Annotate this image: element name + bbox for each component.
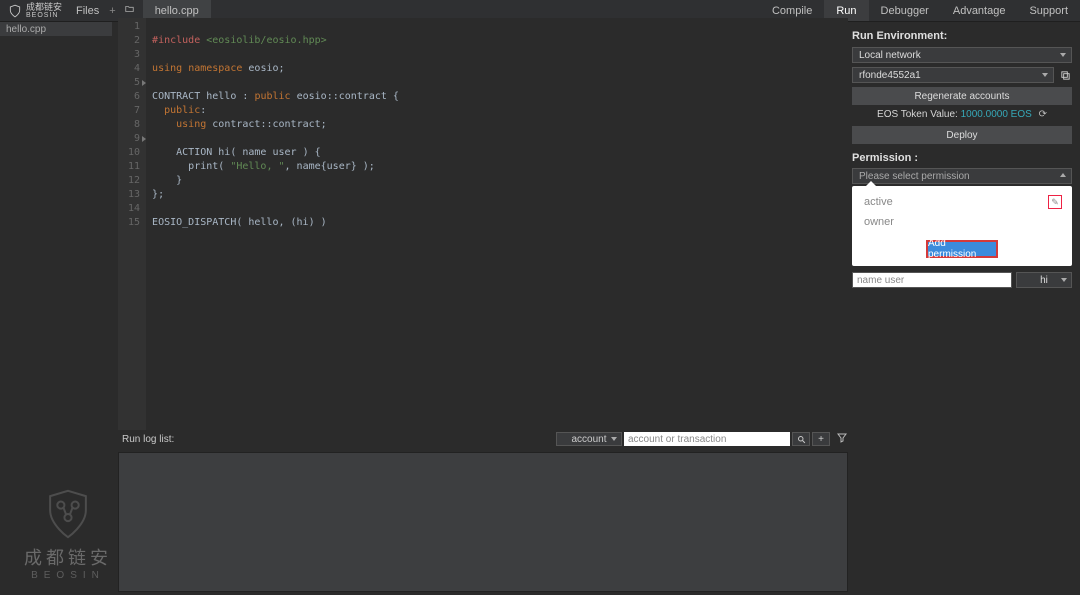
regenerate-button[interactable]: Regenerate accounts <box>852 87 1072 105</box>
name-user-input[interactable]: name user <box>852 272 1012 288</box>
menu-support[interactable]: Support <box>1017 0 1080 21</box>
code-content[interactable]: #include <eosiolib/eosio.hpp> using name… <box>146 18 405 430</box>
shield-icon <box>8 4 22 18</box>
permission-title: Permission : <box>852 152 1072 164</box>
edit-icon[interactable]: ✎ <box>1048 195 1062 209</box>
action-select[interactable]: hi <box>1016 272 1072 288</box>
deploy-label: Deploy <box>946 130 977 141</box>
filter-icon[interactable] <box>836 432 848 447</box>
token-amount: 1000.0000 EOS <box>961 109 1032 120</box>
shield-icon <box>45 489 91 539</box>
add-log-button[interactable]: + <box>812 432 830 446</box>
folder-icon[interactable] <box>120 4 139 17</box>
watermark-cn: 成都链安 <box>24 544 112 570</box>
menu-advantage[interactable]: Advantage <box>941 0 1018 21</box>
token-label: EOS Token Value: <box>877 109 958 120</box>
left-file-item[interactable]: hello.cpp <box>0 22 112 36</box>
add-permission-label: Add permission <box>928 238 996 260</box>
regenerate-label: Regenerate accounts <box>914 91 1009 102</box>
runlog-search-placeholder: account or transaction <box>628 434 726 445</box>
permission-dropdown: active ✎ owner Add permission <box>852 186 1072 266</box>
network-label: Local network <box>859 50 921 61</box>
runlog-account-label: account <box>571 434 606 445</box>
token-value-row: EOS Token Value: 1000.0000 EOS ⟳ <box>852 109 1072 120</box>
run-env-title: Run Environment: <box>852 30 1072 42</box>
plus-icon[interactable]: + <box>105 5 119 17</box>
network-select[interactable]: Local network <box>852 47 1072 63</box>
run-log-title: Run log list: <box>118 434 174 445</box>
line-gutter: 1234 5678 9101112 131415 <box>118 18 146 430</box>
search-icon[interactable] <box>792 432 810 446</box>
watermark-en: BEOSIN <box>24 570 112 581</box>
code-editor[interactable]: 1234 5678 9101112 131415 #include <eosio… <box>118 18 848 430</box>
permission-placeholder: Please select permission <box>859 171 970 182</box>
copy-icon[interactable] <box>1058 67 1072 83</box>
deploy-button[interactable]: Deploy <box>852 126 1072 144</box>
menu-debugger[interactable]: Debugger <box>869 0 941 21</box>
perm-option-active[interactable]: active ✎ <box>852 192 1072 212</box>
action-label: hi <box>1040 275 1048 286</box>
runlog-account-select[interactable]: account <box>556 432 622 446</box>
editor-tab-label: hello.cpp <box>155 5 199 17</box>
permission-select[interactable]: Please select permission <box>852 168 1072 184</box>
runlog-search-input[interactable]: account or transaction <box>624 432 790 446</box>
refresh-icon[interactable]: ⟳ <box>1039 109 1047 120</box>
watermark: 成都链安 BEOSIN <box>24 489 112 581</box>
files-label[interactable]: Files <box>70 5 105 17</box>
account-label: rfonde4552a1 <box>859 70 921 81</box>
account-select[interactable]: rfonde4552a1 <box>852 67 1054 83</box>
name-user-placeholder: name user <box>857 275 904 286</box>
left-file-label: hello.cpp <box>6 24 46 35</box>
brand-cn: 成都链安 <box>26 3 62 12</box>
run-log-body <box>118 452 848 592</box>
brand-logo: 成都链安 BEOSIN <box>0 3 70 19</box>
add-permission-button[interactable]: Add permission <box>926 240 998 258</box>
perm-option-owner[interactable]: owner <box>852 212 1072 232</box>
brand-en: BEOSIN <box>26 12 62 19</box>
